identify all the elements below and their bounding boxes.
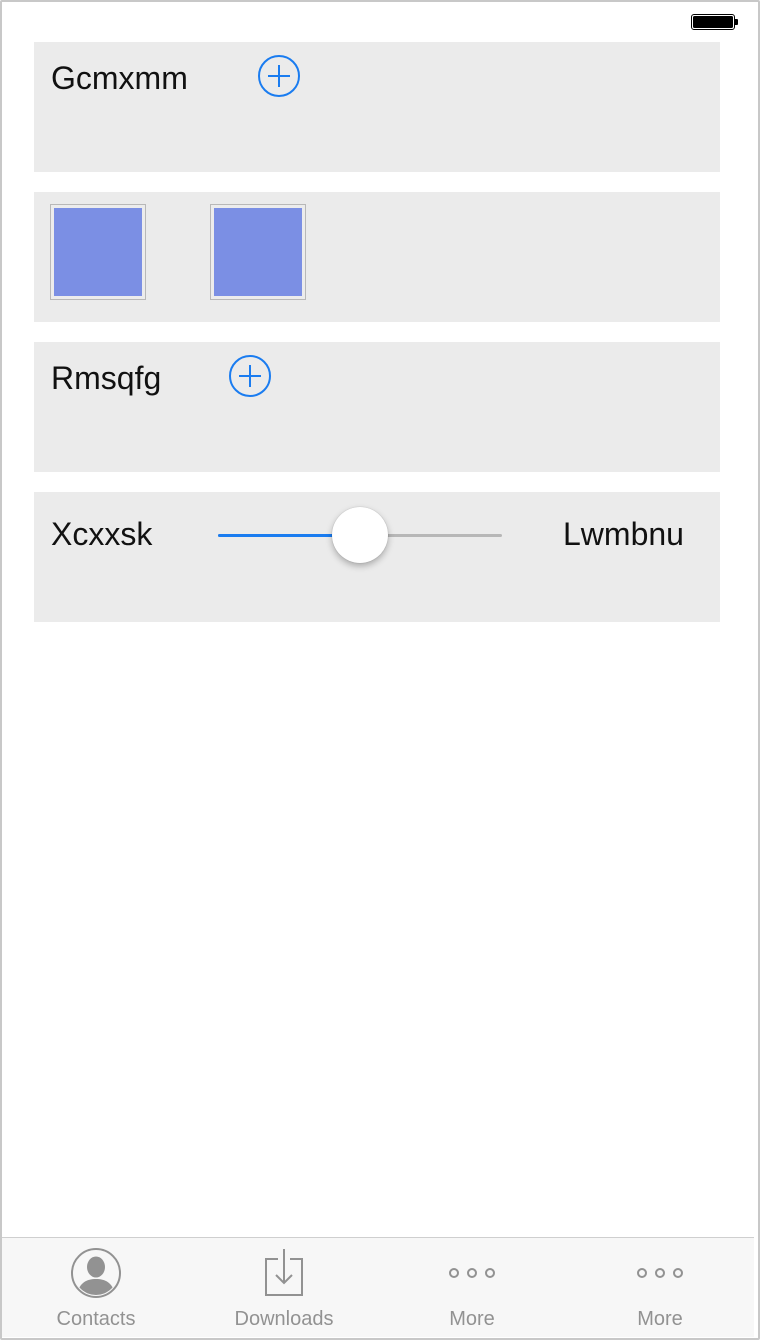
add-button[interactable] <box>257 54 301 98</box>
tab-downloads[interactable]: Downloads <box>190 1238 378 1337</box>
more-icon <box>637 1268 683 1278</box>
card-rmsqfg: Rmsqfg <box>34 342 720 472</box>
card-gcmxmm: Gcmxmm <box>34 42 720 172</box>
download-icon <box>265 1249 303 1296</box>
swatch-fill <box>54 208 142 296</box>
plus-circle-icon <box>258 55 300 97</box>
battery-fill <box>693 16 733 28</box>
swatch-fill <box>214 208 302 296</box>
tab-bar: Contacts Downloads More More <box>2 1237 754 1337</box>
contact-icon <box>71 1248 121 1298</box>
card-slider: Xcxxsk Lwmbnu <box>34 492 720 622</box>
card-label: Rmsqfg <box>51 360 162 396</box>
tab-label: Downloads <box>234 1308 334 1330</box>
card-label: Gcmxmm <box>51 60 188 96</box>
slider-thumb[interactable] <box>332 507 388 563</box>
add-button[interactable] <box>228 354 272 398</box>
tab-label: More <box>449 1308 495 1330</box>
tab-more[interactable]: More <box>378 1238 566 1337</box>
slider-max-label: Lwmbnu <box>563 516 684 552</box>
tab-label: Contacts <box>56 1308 136 1330</box>
tab-more[interactable]: More <box>566 1238 754 1337</box>
more-icon <box>449 1268 495 1278</box>
battery-nub <box>735 19 738 25</box>
value-slider[interactable] <box>218 507 502 563</box>
tab-label: More <box>637 1308 683 1330</box>
color-swatch[interactable] <box>50 204 146 300</box>
slider-min-label: Xcxxsk <box>51 516 153 552</box>
tab-contacts[interactable]: Contacts <box>2 1238 190 1337</box>
battery-icon <box>691 14 738 30</box>
plus-circle-icon <box>229 355 271 397</box>
card-swatches <box>34 192 720 322</box>
color-swatch[interactable] <box>210 204 306 300</box>
